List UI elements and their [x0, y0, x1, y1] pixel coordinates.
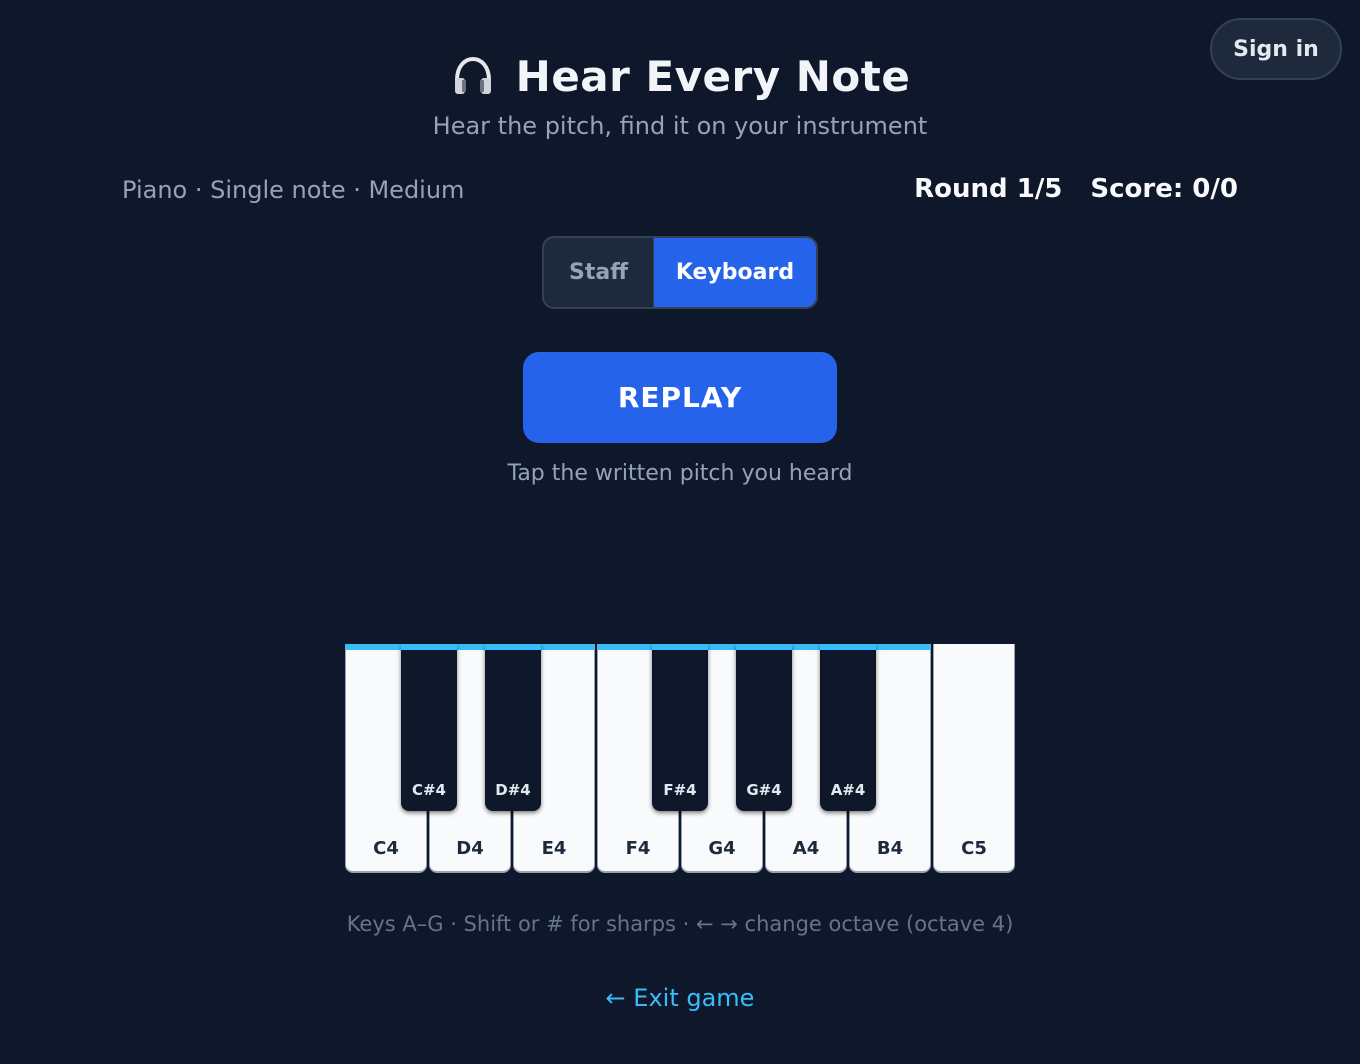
key-label: G4: [708, 838, 736, 859]
piano-key-f-sharp4[interactable]: F#4: [652, 644, 708, 811]
piano-keyboard: C4 D4 E4 F4 G4 A4 B4 C5 C#4 D#4 F#4 G#4 …: [345, 644, 1015, 874]
page-subtitle: Hear the pitch, find it on your instrume…: [432, 112, 928, 140]
keyboard-shortcuts-hint: Keys A–G · Shift or # for sharps · ← → c…: [346, 912, 1014, 936]
piano-key-d-sharp4[interactable]: D#4: [485, 644, 541, 811]
key-label: C#4: [411, 781, 446, 799]
piano-key-a-sharp4[interactable]: A#4: [820, 644, 876, 811]
piano-key-c5[interactable]: C5: [933, 644, 1015, 873]
view-toggle: Staff Keyboard: [542, 236, 818, 309]
key-label: C4: [373, 838, 399, 859]
key-label: G#4: [746, 781, 782, 799]
headphones-icon: [450, 53, 496, 99]
tab-keyboard[interactable]: Keyboard: [654, 238, 816, 307]
key-label: B4: [876, 838, 904, 859]
page-title: Hear Every Note: [515, 51, 911, 101]
key-label: F4: [625, 838, 651, 859]
game-mode-label: Piano · Single note · Medium: [122, 176, 465, 204]
key-label: A4: [792, 838, 820, 859]
replay-button[interactable]: REPLAY: [523, 352, 837, 443]
key-label: F#4: [663, 781, 697, 799]
round-counter: Round 1/5: [914, 174, 1063, 204]
key-label: E4: [541, 838, 567, 859]
exit-game-link[interactable]: ← Exit game: [0, 984, 1360, 1012]
game-stats: Round 1/5 Score: 0/0: [914, 174, 1238, 204]
key-label: D#4: [495, 781, 531, 799]
key-label: C5: [961, 838, 987, 859]
key-label: D4: [456, 838, 484, 859]
piano-key-c-sharp4[interactable]: C#4: [401, 644, 457, 811]
piano-key-g-sharp4[interactable]: G#4: [736, 644, 792, 811]
key-label: A#4: [830, 781, 866, 799]
instruction-text: Tap the written pitch you heard: [507, 461, 853, 486]
score-counter: Score: 0/0: [1090, 174, 1238, 204]
tab-staff[interactable]: Staff: [544, 238, 654, 307]
page-header: Hear Every Note: [0, 48, 1360, 104]
